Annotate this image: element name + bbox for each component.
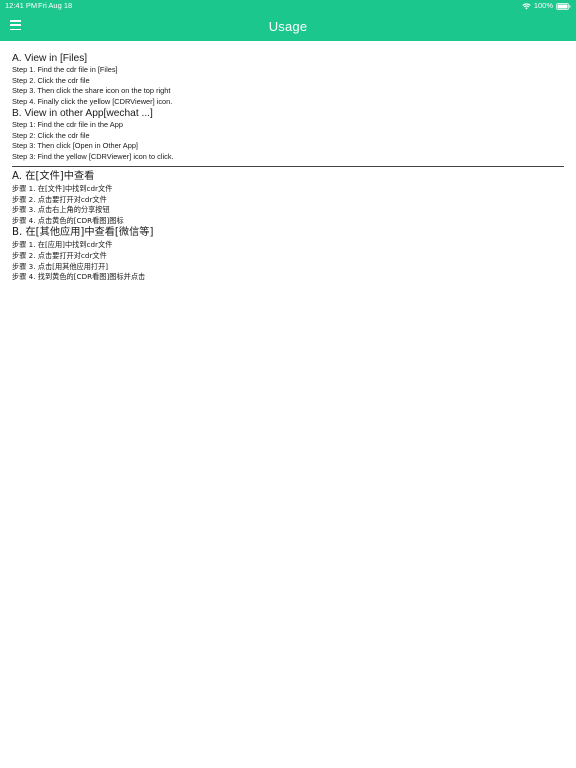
chinese-section-b: B. 在[其他应用]中查看[微信等] 步骤 1. 在[应用]中找到cdr文件 步… [12, 226, 566, 282]
usage-content: A. View in [Files] Step 1. Find the cdr … [12, 52, 566, 283]
navigation-bar: Usage [0, 12, 576, 41]
step-line: 步骤 2. 点击要打开对cdr文件 [12, 250, 107, 260]
battery-icon [556, 2, 571, 10]
step-line: Step 3: Then click [Open in Other App] [12, 141, 138, 150]
step-line: 步骤 2. 点击要打开对cdr文件 [12, 194, 107, 204]
step-line: 步骤 4. 点击黄色的[CDR看图]图标 [12, 215, 124, 225]
battery-percent: 100% [533, 1, 553, 10]
step-line: 步骤 3. 点击[用其他应用打开] [12, 261, 109, 271]
section-divider [12, 166, 564, 167]
step-line: Step 4. Finally click the yellow [CDRVie… [12, 96, 173, 106]
step-line: Step 2. Click the cdr file [12, 75, 90, 85]
wifi-icon [522, 2, 531, 10]
section-heading: B. 在[其他应用]中查看[微信等] [12, 227, 154, 239]
status-date: Fri Aug 18 [38, 1, 73, 10]
step-line: 步骤 1. 在[文件]中找到cdr文件 [12, 184, 113, 193]
step-line: 步骤 3. 点击右上角的分享按钮 [12, 205, 110, 215]
page-title: Usage [268, 19, 308, 34]
step-line: Step 2: Click the cdr file [12, 130, 90, 140]
step-line: Step 3. Then click the share icon on the… [12, 86, 171, 95]
step-line: Step 1: Find the cdr file in the App [12, 120, 123, 129]
section-heading: A. 在[文件]中查看 [12, 171, 95, 182]
section-heading: B. View in other App[wechat ...] [12, 108, 153, 119]
step-line: Step 1. Find the cdr file in [Files] [12, 65, 118, 74]
status-indicators: 100% [522, 0, 571, 12]
english-section-b: B. View in other App[wechat ...] Step 1:… [12, 107, 566, 162]
app-window: 12:41 PM Fri Aug 18 100% Usage A. View i… [0, 0, 576, 768]
section-heading: A. View in [Files] [12, 53, 88, 64]
step-line: 步骤 1. 在[应用]中找到cdr文件 [12, 240, 113, 250]
status-bar: 12:41 PM Fri Aug 18 100% [0, 0, 576, 12]
step-line: 步骤 4. 找到黄色的[CDR看图]图标并点击 [12, 272, 146, 282]
status-time: 12:41 PM [5, 1, 38, 10]
chinese-section-a: A. 在[文件]中查看 步骤 1. 在[文件]中找到cdr文件 步骤 2. 点击… [12, 170, 566, 226]
step-line: Step 3: Find the yellow [CDRViewer] icon… [12, 151, 174, 161]
english-section-a: A. View in [Files] Step 1. Find the cdr … [12, 52, 566, 107]
